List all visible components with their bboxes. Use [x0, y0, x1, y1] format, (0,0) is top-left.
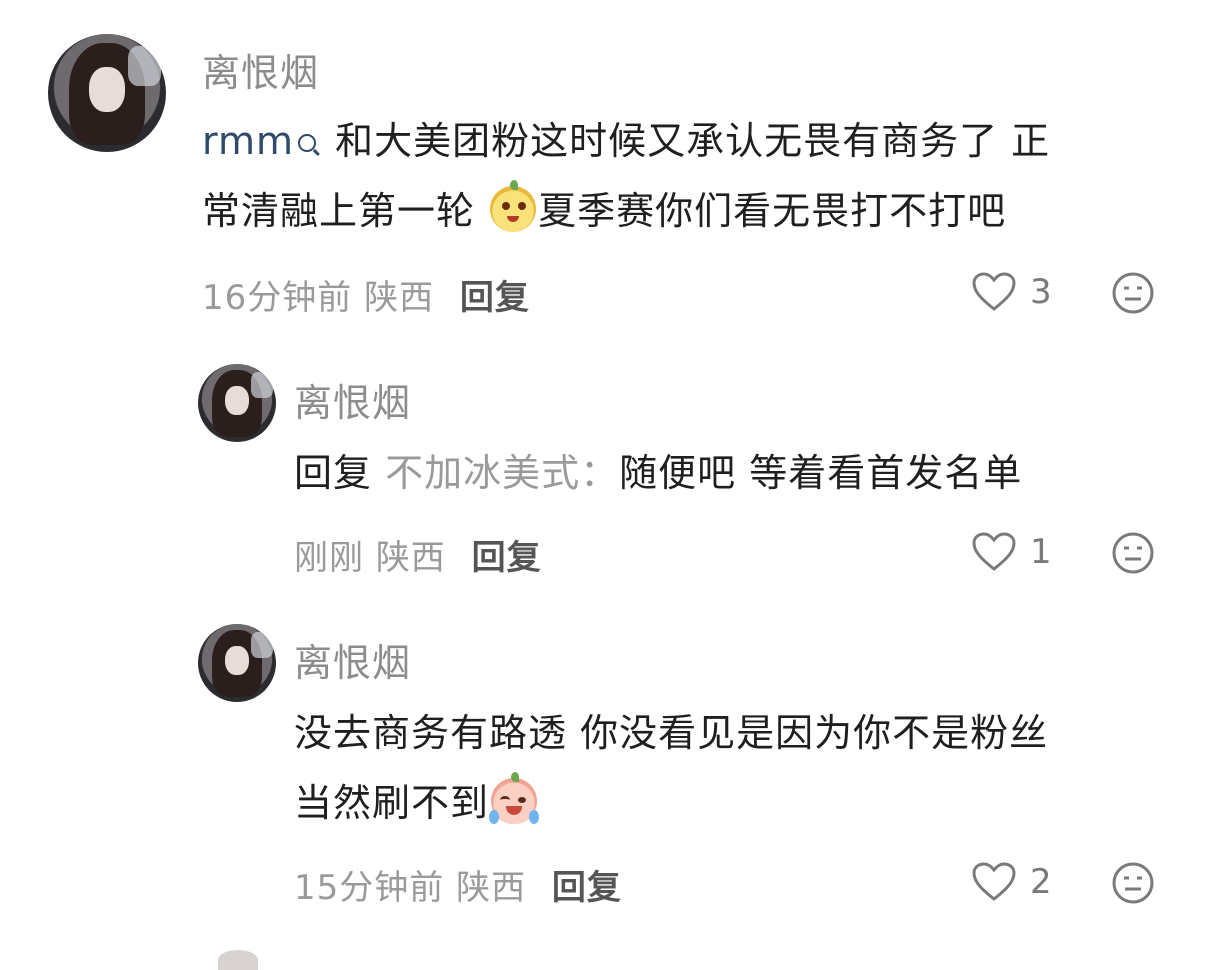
- neutral-face-icon[interactable]: [1112, 272, 1154, 314]
- like-count: 3: [1030, 272, 1052, 312]
- heart-outline-icon: [972, 272, 1016, 311]
- crying-emoji-icon: [489, 772, 540, 824]
- like-button[interactable]: 2: [972, 862, 1052, 902]
- neutral-face-icon[interactable]: [1112, 532, 1154, 574]
- comment-text: rmm 和大美团粉这时候又承认无畏有商务了 正 常清融上第一轮 夏季赛你们看无畏…: [202, 119, 1051, 233]
- comment-meta: 15分钟前 陕西 回复: [294, 868, 622, 908]
- comment-text: 没去商务有路透 你没看见是因为你不是粉丝 当然刷不到: [294, 711, 1049, 825]
- like-button[interactable]: 1: [972, 532, 1052, 572]
- comment-username[interactable]: 离恨烟: [294, 372, 411, 427]
- comment-meta: 16分钟前 陕西 回复: [202, 278, 530, 318]
- avatar[interactable]: [48, 34, 166, 152]
- reply-target-username[interactable]: 不加冰美式：: [385, 451, 619, 495]
- mention-link[interactable]: rmm: [202, 119, 322, 163]
- like-button[interactable]: 3: [972, 272, 1052, 312]
- comment-username[interactable]: 离恨烟: [294, 632, 411, 687]
- heart-outline-icon: [972, 862, 1016, 901]
- heart-outline-icon: [972, 532, 1016, 571]
- avatar[interactable]: [198, 624, 276, 702]
- comment-text: 回复 不加冰美式：随便吧 等着看首发名单: [294, 451, 1023, 495]
- neutral-face-icon[interactable]: [1112, 862, 1154, 904]
- search-icon: [298, 134, 316, 152]
- comment-meta: 刚刚 陕西 回复: [294, 538, 542, 578]
- comment-username[interactable]: 离恨烟: [202, 42, 319, 97]
- like-count: 1: [1030, 532, 1052, 572]
- reply-button[interactable]: 回复: [472, 538, 542, 578]
- next-avatar-partial: [218, 950, 258, 970]
- avatar[interactable]: [198, 364, 276, 442]
- like-count: 2: [1030, 862, 1052, 902]
- laughing-emoji-icon: [490, 180, 537, 232]
- reply-button[interactable]: 回复: [552, 868, 622, 908]
- reply-button[interactable]: 回复: [460, 278, 530, 318]
